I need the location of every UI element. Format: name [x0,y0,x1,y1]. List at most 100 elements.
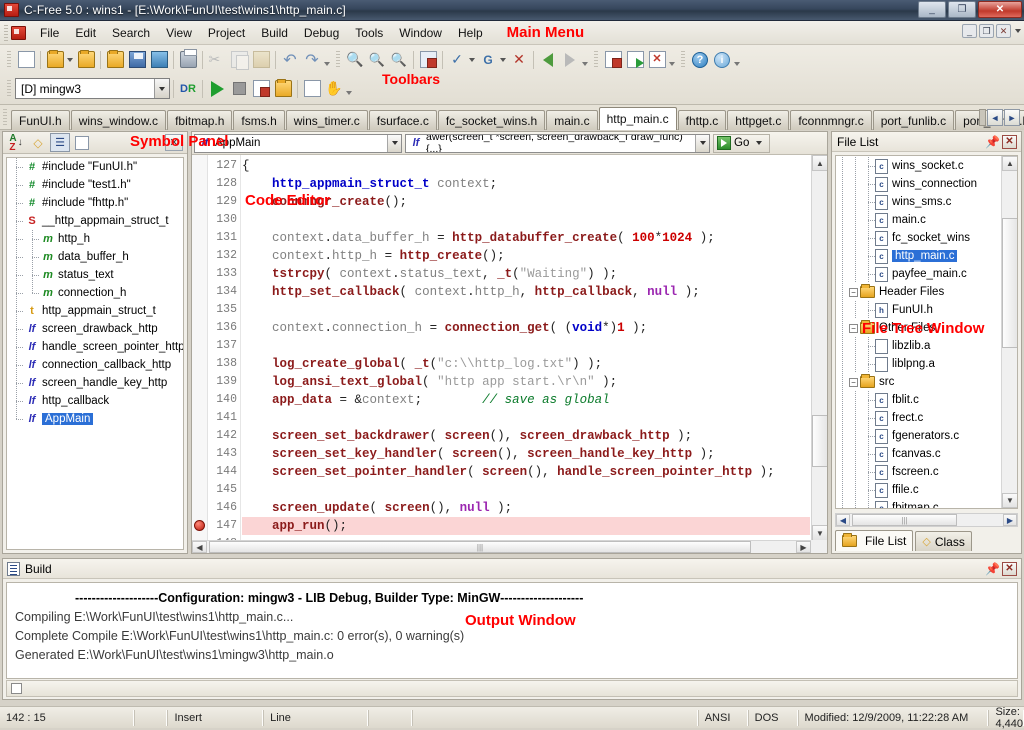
minimize-button[interactable]: _ [918,1,946,18]
mdi-minimize-button[interactable]: _ [962,24,977,38]
symbol-select-chevron-icon[interactable] [387,135,401,152]
toolbar-grip-4[interactable] [681,51,685,69]
menu-item-project[interactable]: Project [200,23,253,43]
menu-app-icon[interactable] [11,26,26,40]
scroll-right-icon[interactable]: ▶ [796,541,811,553]
code-line[interactable]: context.http_h = http_create(); [242,247,810,265]
code-line[interactable] [242,409,810,427]
help-icon[interactable]: ? [689,49,711,71]
mdi-close-button[interactable]: ✕ [996,24,1011,38]
toolbar-grip-3[interactable] [594,51,598,69]
symbol-tree[interactable]: ##include "FunUI.h"##include "test1.h"##… [6,157,184,550]
code-area[interactable]: 1271281291301311321331341351361371381391… [192,155,827,553]
file-tree-item[interactable]: libzlib.a [836,337,1000,355]
build-toolbar-chevron-icon[interactable] [346,91,352,95]
code-line[interactable]: screen_update( screen(), null ); [242,499,810,517]
save-project-icon[interactable] [104,49,126,71]
code-line[interactable]: tstrcpy( context.status_text, _t("Waitin… [242,265,810,283]
file-tree-item[interactable]: cfgenerators.c [836,427,1000,445]
delete-file-icon[interactable]: ✕ [646,49,668,71]
step-into-icon[interactable] [250,78,272,100]
symbol-tree-item[interactable]: ##include "FunUI.h" [7,158,183,176]
file-tab-nav-grip[interactable] [979,109,986,126]
signature-select-combo[interactable]: lf awer(screen_t *screen, screen_drawbac… [405,134,710,153]
code-line[interactable] [242,301,810,319]
step-over-icon[interactable] [272,78,294,100]
new-file-icon[interactable] [15,49,37,71]
find-prev-icon[interactable]: 🔍 [388,49,410,71]
list-view-icon[interactable]: ☰ [50,133,70,152]
file-tree-item[interactable]: cwins_socket.c [836,157,1000,175]
compile-chevron-icon[interactable] [500,58,506,62]
scroll-down-icon[interactable]: ▼ [812,525,827,541]
file-tab-fsurface-c[interactable]: fsurface.c [369,110,437,130]
compile-clear-icon[interactable]: ✕ [508,49,530,71]
tab-file-list[interactable]: File List [835,530,913,551]
file-tree-item[interactable]: cwins_connection [836,175,1000,193]
open-folder-icon[interactable] [44,49,66,71]
save-icon[interactable] [126,49,148,71]
file-tab-httpget-c[interactable]: httpget.c [727,110,789,130]
menu-item-help[interactable]: Help [450,23,491,43]
file-tab-fhttp-c[interactable]: fhttp.c [678,110,727,130]
tree-collapse-toggle[interactable]: − [849,288,858,297]
file-tree-item[interactable]: cfbitmap.c [836,499,1000,509]
editor-vertical-scrollbar[interactable]: ▲ ▼ [811,155,827,541]
file-list-close-button[interactable]: ✕ [1002,135,1017,149]
build-pin-icon[interactable]: 📌 [985,562,999,576]
open-recent-chevron-icon[interactable] [67,58,73,62]
mdi-restore-button[interactable]: ❐ [979,24,994,38]
code-line[interactable]: log_ansi_text_global( "http app start.\r… [242,373,810,391]
find-in-files-icon[interactable] [417,49,439,71]
file-tree-scroll-down-icon[interactable]: ▼ [1002,493,1018,508]
symbol-tree-item[interactable]: mdata_buffer_h [7,248,183,266]
class-view-icon[interactable]: ◇ [28,133,48,152]
horizontal-scroll-thumb[interactable]: ||| [209,541,751,553]
save-all-icon[interactable] [148,49,170,71]
help-chevron-icon[interactable] [734,62,740,66]
find-next-icon[interactable]: 🔍 [366,49,388,71]
file-tree-item[interactable]: liblpng.a [836,355,1000,373]
symbol-tree-item[interactable]: lfhttp_callback [7,392,183,410]
menu-item-window[interactable]: Window [391,23,450,43]
code-line[interactable]: { [242,157,810,175]
go-chevron-icon[interactable] [752,135,766,152]
stop-icon[interactable] [228,78,250,100]
file-tab-scroll-right-icon[interactable]: ► [1004,109,1020,126]
file-tree-item[interactable]: cffile.c [836,481,1000,499]
menu-item-file[interactable]: File [32,23,67,43]
build-panel-close-button[interactable]: ✕ [1002,562,1017,576]
symbol-tree-item[interactable]: mstatus_text [7,266,183,284]
code-line[interactable] [242,211,810,229]
code-line[interactable]: app_run(); [242,517,810,535]
scroll-left-icon[interactable]: ◀ [192,541,207,553]
nav-forward-icon[interactable] [559,49,581,71]
scroll-up-icon[interactable]: ▲ [812,155,827,171]
menu-item-debug[interactable]: Debug [296,23,347,43]
symbol-tree-item[interactable]: thttp_appmain_struct_t [7,302,183,320]
file-tab-fconnmngr-c[interactable]: fconnmngr.c [790,110,871,130]
syntax-check-icon[interactable]: ✓ [446,49,468,71]
menu-item-view[interactable]: View [158,23,200,43]
editor-horizontal-scrollbar[interactable]: ◀ ||| ▶ [192,540,811,553]
file-tree-item[interactable]: cfc_socket_wins [836,229,1000,247]
file-tab-main-c[interactable]: main.c [546,110,597,130]
file-tree-item[interactable]: cmain.c [836,211,1000,229]
run-icon[interactable] [206,78,228,100]
undo-history-chevron-icon[interactable] [324,62,330,66]
run-file-icon[interactable] [624,49,646,71]
compile-icon[interactable]: G [477,49,499,71]
symbol-tree-item[interactable]: lfscreen_drawback_http [7,320,183,338]
signature-select-chevron-icon[interactable] [695,135,709,152]
menu-item-build[interactable]: Build [253,23,296,43]
tree-collapse-toggle[interactable]: − [849,378,858,387]
file-tree-vertical-scrollbar[interactable]: ▲ ▼ [1001,156,1017,508]
build-footer-box[interactable] [11,683,22,694]
file-tab-wins-window-c[interactable]: wins_window.c [71,110,166,130]
restore-button[interactable]: ❐ [948,1,976,18]
file-tree-item[interactable]: cwins_sms.c [836,193,1000,211]
breakpoint-marker[interactable] [194,520,205,531]
code-line[interactable]: screen_set_backdrawer( screen(), screen_… [242,427,810,445]
code-line[interactable]: context.data_buffer_h = http_databuffer_… [242,229,810,247]
code-text[interactable]: { http_appmain_struct_t context; connmng… [242,155,810,541]
